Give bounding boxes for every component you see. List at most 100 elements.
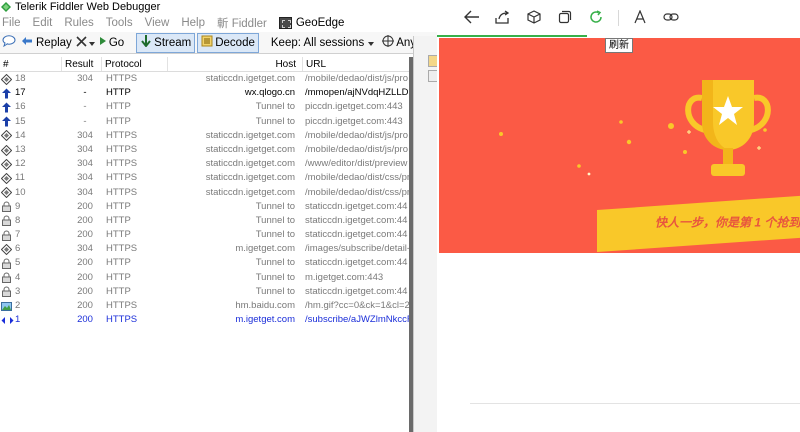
session-row[interactable]: 1 200 HTTPS m.igetget.com/subscribe/aJWZlmN…: [0, 313, 410, 327]
menu-file[interactable]: File: [2, 17, 21, 29]
lock-icon: [1, 230, 12, 241]
remove-button[interactable]: [74, 33, 97, 53]
go-button[interactable]: Go: [97, 33, 126, 53]
session-num: 15: [0, 115, 62, 129]
browser-toolbar-separator: [618, 10, 619, 26]
session-protocol: HTTP: [106, 115, 131, 127]
session-num-text: 1: [15, 314, 21, 326]
copy-icon: [558, 10, 572, 27]
session-row[interactable]: 5 200 HTTP Tunnel to staticcdn.igetget.com:4…: [0, 256, 410, 270]
session-row[interactable]: 17 - HTTP wx.qlogo.cn/mmopen/ajNVdqHZLLDh7: [0, 86, 410, 100]
session-row[interactable]: 11 304 HTTPS staticcdn.igetget.com/mobile/d…: [0, 171, 410, 185]
column-header-num[interactable]: #: [0, 57, 62, 71]
session-protocol: HTTP: [106, 214, 131, 226]
session-num-text: 4: [15, 271, 21, 283]
font-button[interactable]: [629, 7, 651, 29]
geoedge-icon: [278, 17, 292, 29]
session-row[interactable]: 6 304 HTTPS m.igetget.com/images/subscribe/…: [0, 242, 410, 256]
decode-label: Decode: [215, 36, 255, 49]
menu-view[interactable]: View: [145, 17, 170, 29]
menu-tools[interactable]: Tools: [106, 17, 133, 29]
fiddler-window: Telerik Fiddler Web Debugger File Edit R…: [0, 0, 437, 432]
keep-sessions-label: Keep: All sessions: [270, 36, 365, 49]
inspector-tab-icon-2[interactable]: [428, 70, 437, 82]
title-bar: Telerik Fiddler Web Debugger: [0, 0, 437, 14]
cube-icon: [527, 9, 541, 27]
menu-geoedge[interactable]: GeoEdge: [278, 17, 344, 29]
session-row[interactable]: 18 304 HTTPS staticcdn.igetget.com/mobile/d…: [0, 72, 410, 86]
session-url: /hm.gif?cc=0&ck=1&cl=2: [305, 300, 410, 311]
session-row[interactable]: 7 200 HTTP Tunnel to staticcdn.igetget.com:4…: [0, 228, 410, 242]
session-row[interactable]: 16 - HTTP Tunnel to piccdn.igetget.com:443: [0, 100, 410, 114]
dropdown-arrow-icon: [88, 37, 95, 49]
session-protocol: HTTPS: [106, 143, 138, 155]
session-protocol: HTTPS: [106, 300, 138, 311]
session-host: Tunnel to: [255, 115, 295, 127]
go-label: Go: [108, 36, 125, 49]
copy-button[interactable]: [554, 7, 576, 29]
session-row[interactable]: 8 200 HTTP Tunnel to staticcdn.igetget.com:4…: [0, 214, 410, 228]
session-result: 200: [77, 229, 93, 241]
share-button[interactable]: [492, 7, 514, 29]
session-result: -: [83, 101, 87, 113]
session-row[interactable]: 2 200 HTTPS hm.baidu.com/hm.gif?cc=0&ck=1&c…: [0, 299, 410, 313]
session-host: Tunnel to: [255, 285, 295, 297]
replay-label: Replay: [36, 36, 72, 49]
replay-button[interactable]: Replay: [18, 33, 74, 53]
browser-toolbar: [437, 0, 800, 36]
session-host: wx.qlogo.cn: [244, 87, 295, 99]
diamond-icon: [0, 144, 13, 156]
promo-banner[interactable]: 快人一步，你是第 1 个抢到的: [439, 38, 800, 253]
session-row[interactable]: 12 304 HTTPS staticcdn.igetget.com/www/edit…: [0, 157, 410, 171]
session-protocol: HTTP: [106, 271, 131, 283]
session-row[interactable]: 10 304 HTTPS staticcdn.igetget.com/mobile/d…: [0, 186, 410, 200]
diamond-icon: [0, 73, 13, 85]
session-num-text: 8: [15, 214, 21, 226]
session-row[interactable]: 9 200 HTTP Tunnel to staticcdn.igetget.com:4…: [0, 200, 410, 214]
menu-edit[interactable]: Edit: [33, 17, 53, 29]
session-result: 200: [77, 271, 93, 283]
session-host: Tunnel to: [255, 200, 295, 212]
menu-fiddler[interactable]: 斬 Fiddler: [217, 15, 267, 31]
session-row[interactable]: 14 304 HTTPS staticcdn.igetget.com/mobile/d…: [0, 129, 410, 143]
menu-help[interactable]: Help: [181, 17, 205, 29]
session-host: staticcdn.igetget.com: [205, 73, 295, 84]
diamond-icon: [0, 186, 13, 199]
decode-toggle[interactable]: Decode: [197, 32, 259, 53]
back-button[interactable]: [461, 7, 483, 29]
inspector-tab-icon[interactable]: [428, 55, 437, 67]
comment-button[interactable]: [0, 33, 18, 53]
lock-icon: [1, 215, 12, 227]
refresh-button[interactable]: [585, 7, 607, 29]
session-protocol: HTTPS: [106, 186, 138, 198]
link-button[interactable]: [660, 7, 682, 29]
session-row[interactable]: 15 - HTTP Tunnel to piccdn.igetget.com:443: [0, 115, 410, 129]
column-header-host[interactable]: Host: [168, 57, 303, 71]
session-host: Tunnel to: [255, 101, 295, 113]
session-num-text: 14: [15, 129, 26, 141]
sessions-grid[interactable]: # Result Protocol Host URL 18 304 HTTPS sta…: [0, 57, 410, 432]
session-protocol: HTTPS: [106, 73, 138, 84]
grid-header: # Result Protocol Host URL: [0, 57, 410, 72]
chevron-down-icon: [368, 37, 375, 49]
session-result: -: [83, 87, 87, 99]
session-host: staticcdn.igetget.com: [205, 158, 295, 170]
session-num: 12: [0, 157, 62, 171]
column-header-result[interactable]: Result: [62, 57, 102, 71]
session-url: /mobile/dedao/dist/css/pr: [305, 186, 410, 198]
session-rows: 18 304 HTTPS staticcdn.igetget.com/mobile/d…: [0, 72, 410, 327]
page-load-progress: [437, 35, 587, 37]
session-host: staticcdn.igetget.com: [205, 186, 295, 198]
session-num: 7: [0, 228, 62, 242]
stream-label: Stream: [154, 36, 192, 49]
session-row[interactable]: 4 200 HTTP Tunnel to m.igetget.com:443: [0, 271, 410, 285]
session-row[interactable]: 13 304 HTTPS staticcdn.igetget.com/mobile/d…: [0, 143, 410, 157]
package-button[interactable]: [523, 7, 545, 29]
column-header-url[interactable]: URL: [303, 57, 410, 71]
image-icon: [1, 301, 12, 312]
stream-toggle[interactable]: Stream: [136, 32, 196, 53]
session-row[interactable]: 3 200 HTTP Tunnel to staticcdn.igetget.com:4…: [0, 285, 410, 299]
column-header-protocol[interactable]: Protocol: [102, 57, 168, 71]
keep-sessions-dropdown[interactable]: Keep: All sessions: [267, 33, 376, 53]
menu-rules[interactable]: Rules: [64, 17, 93, 29]
